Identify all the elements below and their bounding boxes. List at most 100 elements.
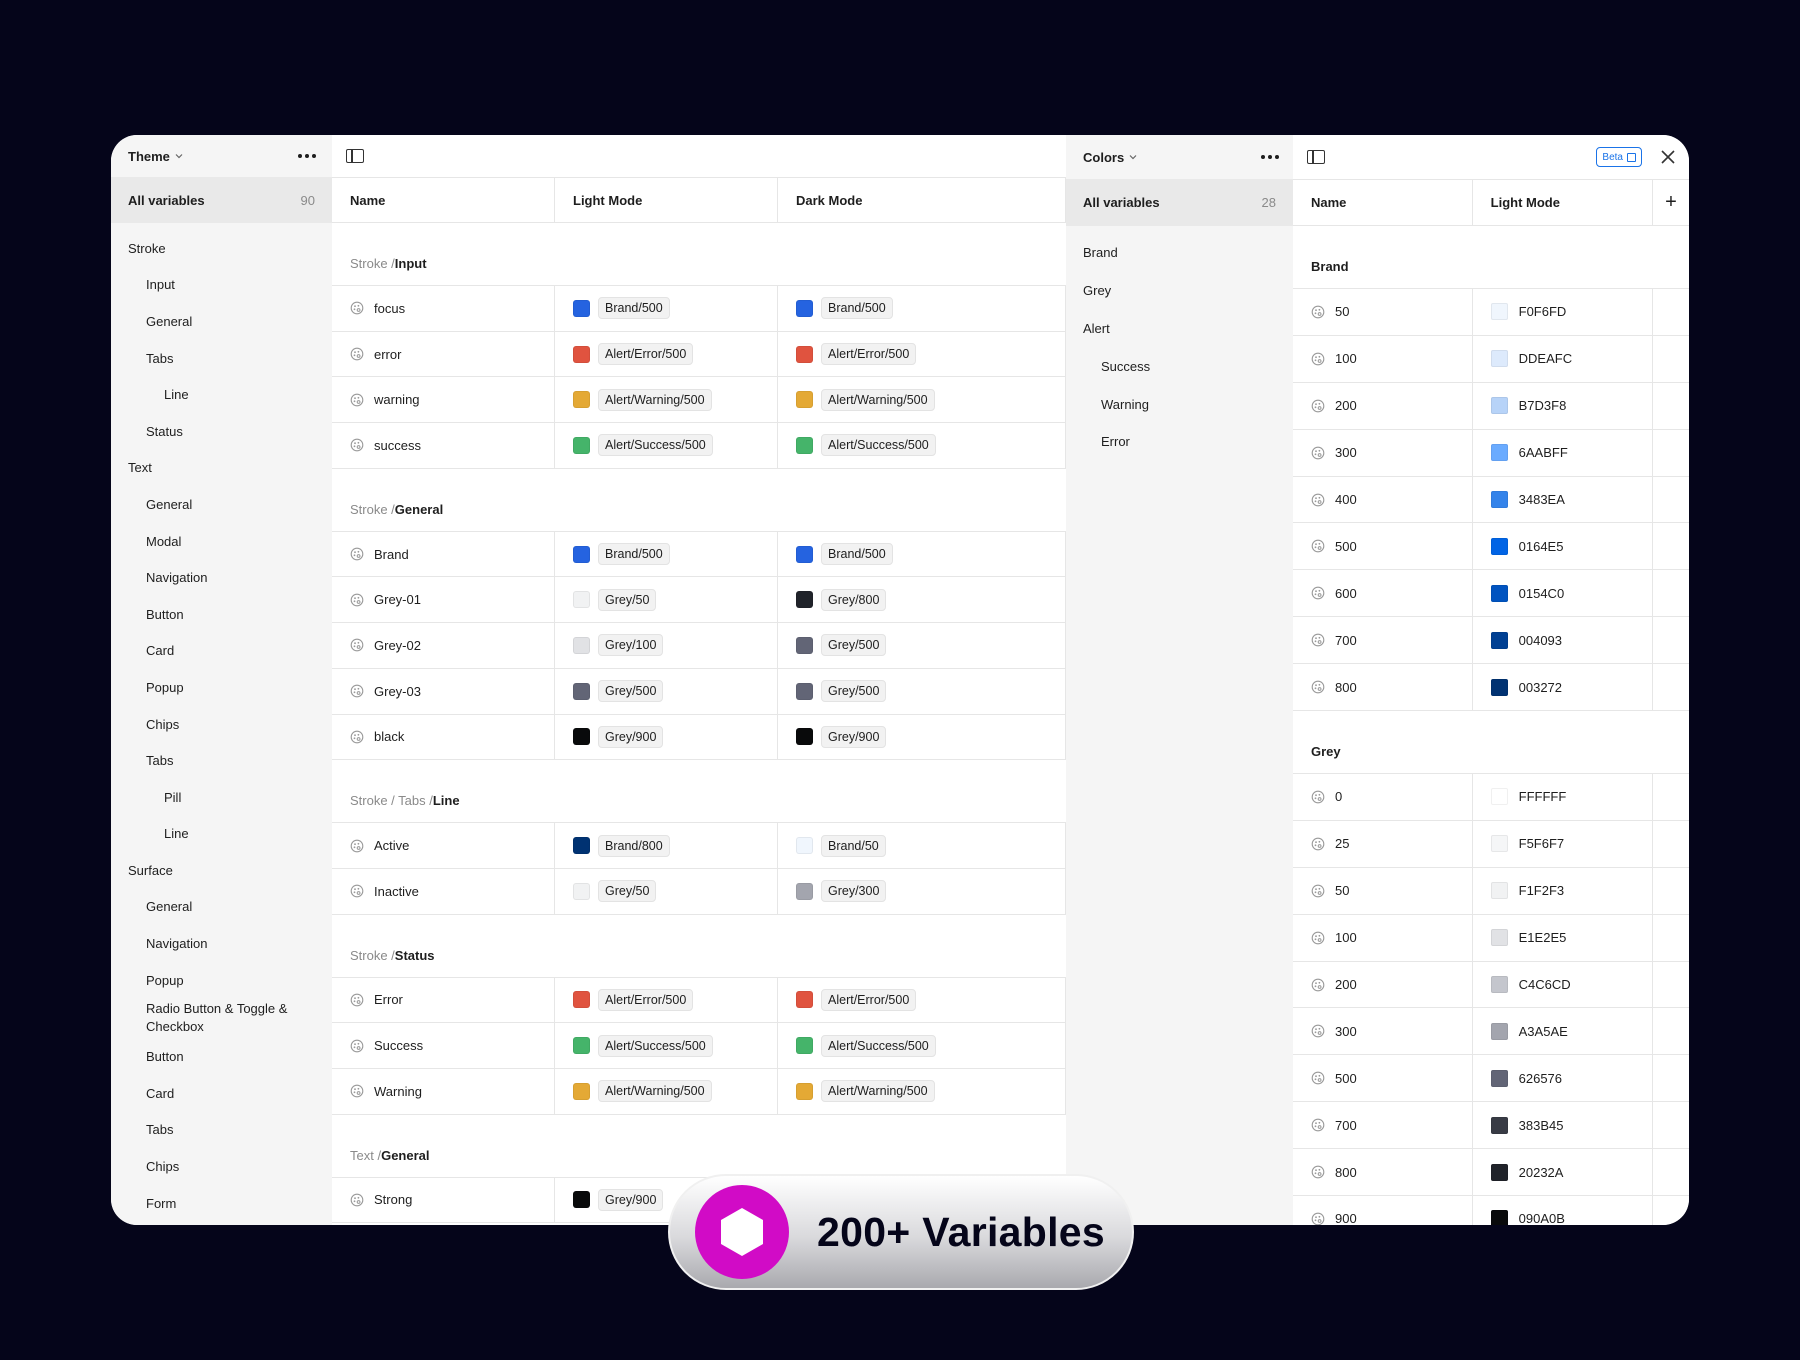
dark-mode-cell[interactable]: Alert/Warning/500 <box>778 377 1066 423</box>
table-row[interactable]: Grey-03 Grey/500 Grey/500 <box>332 668 1066 715</box>
table-row[interactable]: Brand Brand/500 Brand/500 <box>332 531 1066 578</box>
collection-selector[interactable]: Colors <box>1083 150 1138 165</box>
dark-mode-cell[interactable]: Grey/900 <box>778 714 1066 760</box>
light-mode-cell[interactable]: DDEAFC <box>1473 335 1654 382</box>
table-row[interactable]: 900 090A0B <box>1293 1196 1689 1225</box>
light-mode-cell[interactable]: F5F6F7 <box>1473 820 1654 867</box>
dark-mode-cell[interactable]: Alert/Error/500 <box>778 977 1066 1023</box>
tree-item[interactable]: Card <box>111 633 332 670</box>
table-row[interactable]: 700 004093 <box>1293 617 1689 665</box>
table-row[interactable]: Error Alert/Error/500 Alert/Error/500 <box>332 977 1066 1024</box>
light-mode-cell[interactable]: F1F2F3 <box>1473 867 1654 914</box>
table-row[interactable]: 600 0154C0 <box>1293 570 1689 618</box>
sidebar-toggle-icon[interactable] <box>1307 150 1325 164</box>
light-mode-cell[interactable]: 003272 <box>1473 664 1654 711</box>
light-mode-cell[interactable]: 383B45 <box>1473 1102 1654 1149</box>
table-row[interactable]: 0 FFFFFF <box>1293 774 1689 821</box>
table-row[interactable]: focus Brand/500 Brand/500 <box>332 286 1066 332</box>
light-mode-cell[interactable]: C4C6CD <box>1473 961 1654 1008</box>
tree-item[interactable]: Error <box>1066 423 1293 461</box>
all-variables-item[interactable]: All variables 90 <box>111 177 332 223</box>
light-mode-cell[interactable]: 0164E5 <box>1473 523 1654 570</box>
tree-item[interactable]: Pill <box>111 779 332 816</box>
dark-mode-cell[interactable]: Grey/500 <box>778 668 1066 714</box>
table-row[interactable]: 800 20232A <box>1293 1149 1689 1197</box>
dark-mode-cell[interactable]: Alert/Error/500 <box>778 331 1066 377</box>
table-row[interactable]: 100 DDEAFC <box>1293 335 1689 383</box>
all-variables-item[interactable]: All variables 28 <box>1066 179 1293 226</box>
table-row[interactable]: 50 F0F6FD <box>1293 289 1689 336</box>
tree-item[interactable]: Success <box>1066 347 1293 385</box>
table-row[interactable]: 400 3483EA <box>1293 476 1689 524</box>
tree-item[interactable]: Surface <box>111 852 332 889</box>
table-row[interactable]: 100 E1E2E5 <box>1293 914 1689 962</box>
tree-item[interactable]: Card <box>111 1075 332 1112</box>
tree-item[interactable]: Tabs <box>111 1112 332 1149</box>
light-mode-cell[interactable]: 0154C0 <box>1473 570 1654 617</box>
table-row[interactable]: 50 F1F2F3 <box>1293 867 1689 915</box>
tree-item[interactable]: Tabs <box>111 340 332 377</box>
light-mode-cell[interactable]: Alert/Success/500 <box>555 1023 778 1068</box>
column-dark-mode[interactable]: Dark Mode <box>778 178 1066 222</box>
table-row[interactable]: 300 6AABFF <box>1293 429 1689 477</box>
light-mode-cell[interactable]: 3483EA <box>1473 476 1654 523</box>
tree-item[interactable]: Text <box>111 450 332 487</box>
dark-mode-cell[interactable]: Grey/500 <box>778 623 1066 668</box>
tree-item[interactable]: Status <box>111 413 332 450</box>
table-row[interactable]: Active Brand/800 Brand/50 <box>332 823 1066 869</box>
light-mode-cell[interactable]: Alert/Success/500 <box>555 423 778 468</box>
light-mode-cell[interactable]: Grey/50 <box>555 868 778 914</box>
tree-item[interactable]: Grey <box>1066 272 1293 310</box>
dark-mode-cell[interactable]: Brand/50 <box>778 823 1066 868</box>
tree-item[interactable]: Popup <box>111 669 332 706</box>
light-mode-cell[interactable]: 004093 <box>1473 617 1654 664</box>
dark-mode-cell[interactable]: Brand/500 <box>778 531 1066 577</box>
dark-mode-cell[interactable]: Alert/Warning/500 <box>778 1068 1066 1114</box>
light-mode-cell[interactable]: Grey/50 <box>555 577 778 623</box>
light-mode-cell[interactable]: Alert/Error/500 <box>555 977 778 1023</box>
table-row[interactable]: Inactive Grey/50 Grey/300 <box>332 868 1066 915</box>
table-row[interactable]: 500 626576 <box>1293 1055 1689 1103</box>
beta-badge[interactable]: Beta <box>1596 147 1642 167</box>
table-row[interactable]: 200 C4C6CD <box>1293 961 1689 1009</box>
more-options-icon[interactable] <box>1261 155 1279 159</box>
table-row[interactable]: 300 A3A5AE <box>1293 1008 1689 1056</box>
tree-item[interactable]: General <box>111 889 332 926</box>
tree-item[interactable]: Line <box>111 376 332 413</box>
column-light-mode[interactable]: Light Mode <box>1473 180 1654 225</box>
light-mode-cell[interactable]: FFFFFF <box>1473 774 1654 820</box>
tree-item[interactable]: Warning <box>1066 385 1293 423</box>
tree-item[interactable]: Navigation <box>111 559 332 596</box>
tree-item[interactable]: Navigation <box>111 925 332 962</box>
tree-item[interactable]: Tabs <box>111 742 332 779</box>
light-mode-cell[interactable]: Brand/500 <box>555 531 778 577</box>
table-row[interactable]: Grey-01 Grey/50 Grey/800 <box>332 577 1066 624</box>
light-mode-cell[interactable]: Brand/800 <box>555 823 778 868</box>
collection-selector[interactable]: Theme <box>128 149 184 164</box>
tree-item[interactable]: Chips <box>111 1148 332 1185</box>
table-row[interactable]: 700 383B45 <box>1293 1102 1689 1150</box>
sidebar-toggle-icon[interactable] <box>346 149 364 163</box>
table-row[interactable]: Warning Alert/Warning/500 Alert/Warning/50… <box>332 1068 1066 1115</box>
table-row[interactable]: 200 B7D3F8 <box>1293 382 1689 430</box>
dark-mode-cell[interactable]: Alert/Success/500 <box>778 423 1066 468</box>
close-icon[interactable] <box>1659 148 1677 166</box>
table-row[interactable]: success Alert/Success/500 Alert/Success/50… <box>332 423 1066 469</box>
light-mode-cell[interactable]: 20232A <box>1473 1149 1654 1196</box>
tree-item[interactable]: General <box>111 486 332 523</box>
light-mode-cell[interactable]: Grey/500 <box>555 668 778 714</box>
tree-item[interactable]: Modal <box>111 523 332 560</box>
tree-item[interactable]: Input <box>111 267 332 304</box>
tree-item[interactable]: Alert <box>1066 310 1293 348</box>
tree-item[interactable]: Button <box>111 1038 332 1075</box>
table-row[interactable]: 500 0164E5 <box>1293 523 1689 571</box>
light-mode-cell[interactable]: Grey/100 <box>555 623 778 668</box>
light-mode-cell[interactable]: Alert/Warning/500 <box>555 1068 778 1114</box>
table-row[interactable]: error Alert/Error/500 Alert/Error/500 <box>332 331 1066 378</box>
dark-mode-cell[interactable]: Alert/Success/500 <box>778 1023 1066 1068</box>
tree-item[interactable]: General <box>111 303 332 340</box>
dark-mode-cell[interactable]: Grey/300 <box>778 868 1066 914</box>
table-row[interactable]: Grey-02 Grey/100 Grey/500 <box>332 623 1066 669</box>
light-mode-cell[interactable]: Alert/Warning/500 <box>555 377 778 423</box>
tree-item[interactable]: Radio Button & Toggle & Checkbox <box>111 998 332 1038</box>
